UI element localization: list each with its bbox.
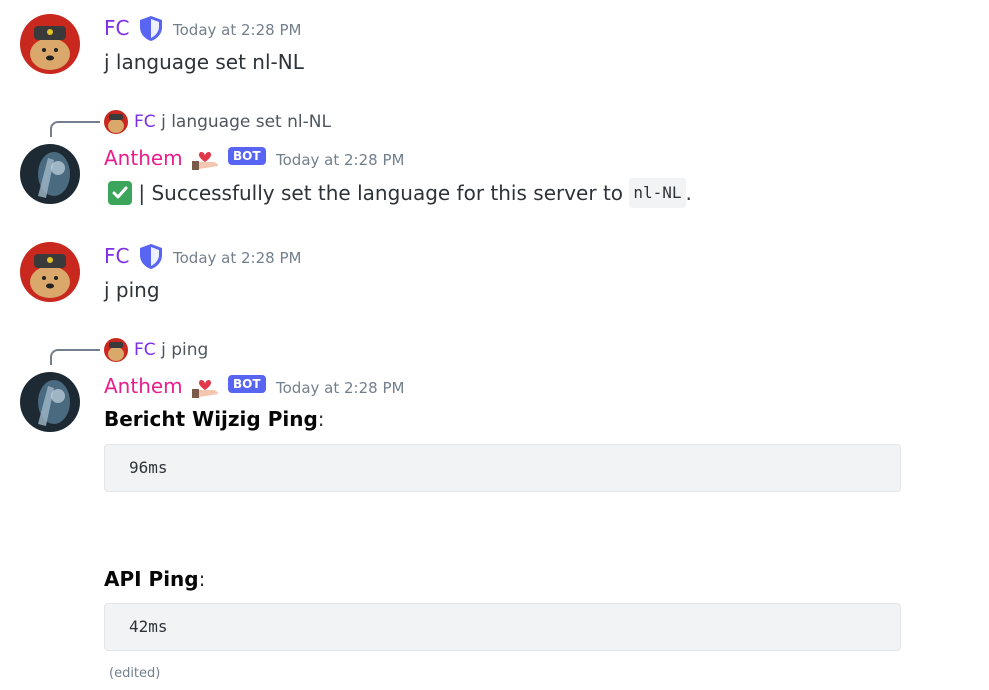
hand-with-heart-icon: [190, 143, 220, 175]
code-block[interactable]: 96ms: [104, 444, 901, 492]
author-name[interactable]: Anthem: [104, 145, 183, 171]
field-title: API Ping:: [104, 566, 205, 592]
message-content: | Successfully set the language for this…: [108, 178, 692, 208]
author-name[interactable]: FC: [104, 15, 129, 41]
reply-connector: [50, 349, 100, 365]
field-colon: :: [317, 407, 325, 431]
message-content: j ping: [104, 278, 160, 302]
timestamp[interactable]: Today at 2:28 PM: [276, 150, 404, 170]
white-check-mark-icon: [108, 181, 132, 205]
author-name[interactable]: FC: [104, 243, 129, 269]
reply-content[interactable]: j ping: [161, 340, 208, 360]
message-text: | Successfully set the language for this…: [132, 181, 630, 205]
author-name[interactable]: Anthem: [104, 373, 183, 399]
field-title-text: Bericht Wijzig Ping: [104, 407, 318, 431]
reply-avatar-fc[interactable]: [104, 110, 128, 134]
avatar-anthem[interactable]: [20, 144, 80, 204]
code-block[interactable]: 42ms: [104, 603, 901, 651]
reply-preview[interactable]: FC j ping: [134, 339, 208, 361]
reply-content[interactable]: j language set nl-NL: [161, 112, 331, 132]
timestamp[interactable]: Today at 2:28 PM: [173, 20, 301, 40]
reply-preview[interactable]: FC j language set nl-NL: [134, 111, 331, 133]
shield-icon: [137, 242, 165, 274]
avatar-anthem[interactable]: [20, 372, 80, 432]
reply-author[interactable]: FC: [134, 112, 156, 132]
message-suffix: .: [685, 181, 692, 205]
reply-author[interactable]: FC: [134, 340, 156, 360]
reply-avatar-fc[interactable]: [104, 338, 128, 362]
field-title: Bericht Wijzig Ping:: [104, 406, 325, 432]
edited-label: (edited): [109, 666, 161, 681]
message-content: j language set nl-NL: [104, 50, 304, 74]
avatar-fc[interactable]: [20, 242, 80, 302]
shield-icon: [137, 14, 165, 46]
reply-connector: [50, 121, 100, 137]
bot-tag: BOT: [228, 375, 266, 393]
hand-with-heart-icon: [190, 371, 220, 403]
avatar-fc[interactable]: [20, 14, 80, 74]
timestamp[interactable]: Today at 2:28 PM: [276, 378, 404, 398]
bot-tag: BOT: [228, 147, 266, 165]
inline-code: nl-NL: [629, 178, 686, 208]
timestamp[interactable]: Today at 2:28 PM: [173, 248, 301, 268]
field-title-text: API Ping: [104, 567, 199, 591]
field-colon: :: [198, 567, 206, 591]
